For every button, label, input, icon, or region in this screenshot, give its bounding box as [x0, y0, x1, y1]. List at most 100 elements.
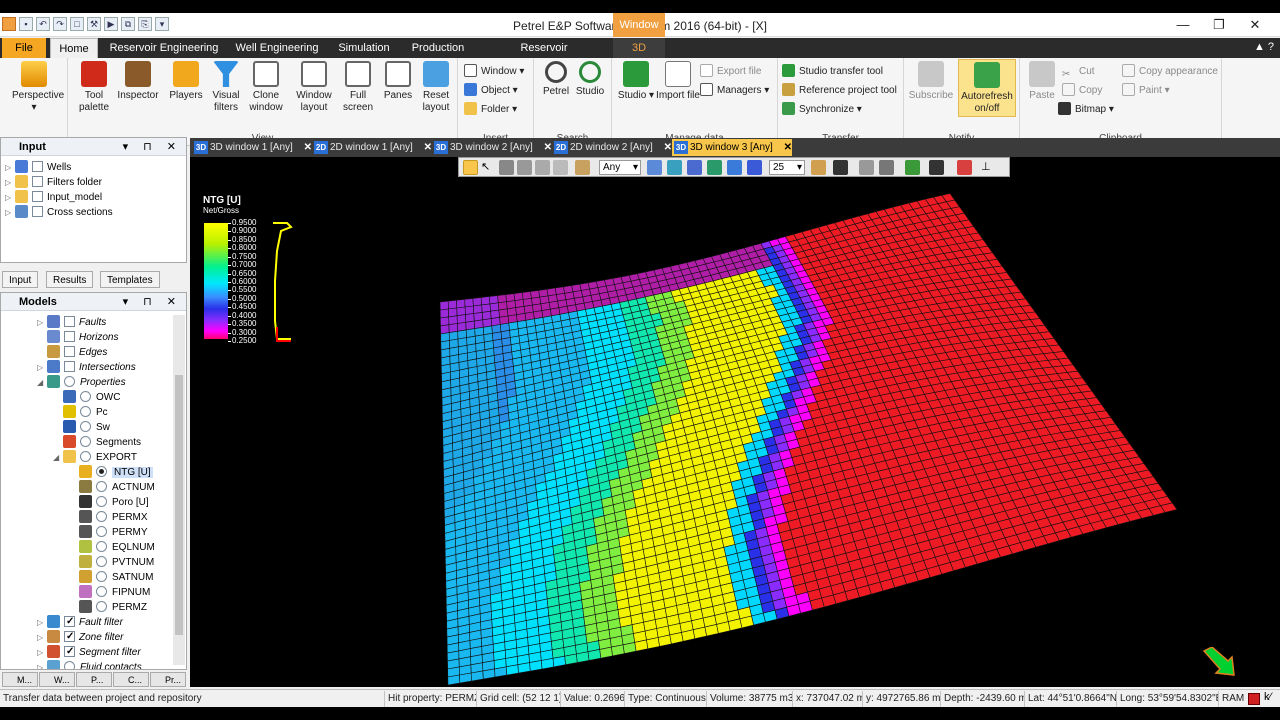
grid-cell[interactable]	[489, 302, 500, 312]
grid-cell[interactable]	[470, 670, 484, 682]
grid-cell[interactable]	[464, 305, 475, 315]
visibility-toggle[interactable]	[64, 644, 75, 659]
tab-well-engineering[interactable]: Well Engineering	[228, 38, 326, 58]
copy-appearance-button[interactable]: Copy appearance	[1122, 63, 1218, 81]
tree-item-permx[interactable]: PERMX	[69, 510, 148, 525]
visibility-toggle[interactable]	[96, 526, 107, 537]
tab-home[interactable]: Home	[50, 38, 98, 58]
visibility-toggle[interactable]	[96, 601, 107, 612]
tab-3d-window-3[interactable]: 3D 3D window 3 [Any] ✕	[672, 139, 792, 156]
visibility-toggle[interactable]	[96, 541, 107, 552]
tab-reservoir-geomechanics[interactable]: Reservoir Geomechanics	[484, 38, 604, 74]
tree-item-segments[interactable]: Segments	[53, 435, 141, 450]
grid-cell[interactable]	[576, 651, 590, 663]
import-file-button[interactable]: Import file	[656, 61, 700, 102]
maximize-button[interactable]: ❐	[1204, 16, 1234, 34]
minimize-button[interactable]: —	[1168, 16, 1198, 34]
reset-layout-button[interactable]: Reset layout	[414, 61, 458, 114]
visibility-toggle[interactable]	[96, 571, 107, 582]
insert-folder-button[interactable]: Folder ▾	[464, 101, 517, 119]
visibility-toggle[interactable]	[80, 391, 91, 402]
close-tab-icon[interactable]: ✕	[424, 139, 432, 156]
grid-cell[interactable]	[552, 655, 566, 668]
annotation-icon[interactable]	[905, 160, 920, 175]
clip-icon[interactable]	[859, 160, 874, 175]
visibility-toggle[interactable]	[64, 361, 75, 372]
studio-button[interactable]: Studio ▾	[614, 61, 658, 102]
bitmap-button[interactable]: Bitmap ▾	[1058, 101, 1114, 119]
tree-item-permy[interactable]: PERMY	[69, 525, 148, 540]
print-icon[interactable]	[535, 160, 550, 175]
tab-3d[interactable]: 3D	[613, 38, 665, 58]
tool-palette-button[interactable]: Tool palette	[72, 61, 116, 114]
grid-cell[interactable]	[480, 296, 491, 306]
grid-cell[interactable]	[497, 294, 507, 304]
copy-button[interactable]: Copy	[1062, 82, 1102, 100]
grid-cell[interactable]	[456, 298, 466, 309]
tab-2d-window-2[interactable]: 2D 2D window 2 [Any] ✕	[552, 139, 672, 156]
grid-cell[interactable]	[540, 657, 555, 670]
orient-icon[interactable]	[707, 160, 722, 175]
pick-tool-icon[interactable]	[499, 160, 514, 175]
grid-cell[interactable]	[459, 672, 472, 684]
checkbox[interactable]	[32, 176, 43, 187]
screenshot-icon[interactable]	[929, 160, 944, 175]
grid-cell[interactable]	[473, 304, 483, 314]
grid-cell[interactable]	[564, 653, 578, 666]
tree-item-properties[interactable]: ◢ Properties	[37, 375, 126, 390]
grid-cell[interactable]	[439, 316, 450, 327]
tree-item-filters-folder[interactable]: ▷ Filters folder	[5, 175, 102, 190]
tree-item-intersections[interactable]: ▷ Intersections	[37, 360, 136, 375]
grid-cell[interactable]	[599, 646, 613, 659]
tree-item-faults[interactable]: ▷ Faults	[37, 315, 106, 330]
autorefresh-toggle[interactable]: Autorefresh on/off	[958, 59, 1016, 117]
bottom-tab-1[interactable]: W...	[39, 672, 75, 687]
3d-viewport[interactable]: ↖ Any ▾ 25 ▾ ⊥ NTG [U] Net/Gross 0.9500 …	[190, 157, 1280, 687]
visibility-toggle[interactable]	[64, 331, 75, 342]
tab-3d-window-1[interactable]: 3D 3D window 1 [Any] ✕	[192, 139, 312, 156]
grid-cell[interactable]	[529, 660, 543, 672]
light-icon[interactable]	[811, 160, 826, 175]
insert-window-button[interactable]: Window ▾	[464, 63, 524, 81]
tree-item-owc[interactable]: OWC	[53, 390, 120, 405]
visibility-toggle[interactable]	[64, 376, 75, 387]
tab-2d-window-1[interactable]: 2D 2D window 1 [Any] ✕	[312, 139, 432, 156]
stop-icon[interactable]	[957, 160, 972, 175]
checkbox[interactable]	[32, 161, 43, 172]
grid-cell[interactable]	[472, 297, 483, 307]
grid-cell[interactable]	[448, 307, 458, 318]
cut-button[interactable]: ✂ Cut	[1062, 63, 1095, 81]
tree-item-horizons[interactable]: Horizons	[37, 330, 118, 345]
window-layout-button[interactable]: Window layout	[292, 61, 336, 114]
tree-item-edges[interactable]: Edges	[37, 345, 107, 360]
visibility-toggle[interactable]	[64, 629, 75, 644]
inspector-button[interactable]: Inspector	[116, 61, 160, 102]
visibility-toggle[interactable]	[96, 466, 107, 477]
measure-icon[interactable]	[553, 160, 568, 175]
tree-item-satnum[interactable]: SATNUM	[69, 570, 153, 585]
ntg-grid-surface[interactable]	[190, 157, 1280, 687]
studio-transfer-tool-button[interactable]: Studio transfer tool	[782, 63, 883, 81]
view-all-icon[interactable]	[667, 160, 682, 175]
eraser-icon[interactable]	[517, 160, 532, 175]
tree-item-ntg-u[interactable]: NTG [U]	[69, 465, 153, 480]
visibility-toggle[interactable]	[64, 346, 75, 357]
players-button[interactable]: Players	[164, 61, 208, 102]
tab-3d-window-2[interactable]: 3D 3D window 2 [Any] ✕	[432, 139, 552, 156]
visibility-toggle[interactable]	[96, 511, 107, 522]
bottom-tab-2[interactable]: P...	[76, 672, 112, 687]
close-tab-icon[interactable]: ✕	[784, 139, 792, 156]
grid-cell[interactable]	[611, 644, 625, 657]
managers-button[interactable]: Managers ▾	[700, 82, 769, 100]
grid-cell[interactable]	[447, 299, 458, 310]
paint-button[interactable]: Paint ▾	[1122, 82, 1170, 100]
tree-item-eqlnum[interactable]: EQLNUM	[69, 540, 155, 555]
panel-controls[interactable]: ▾ ⊓ ✕	[123, 138, 182, 156]
grid-cell[interactable]	[465, 313, 475, 323]
grid-cell[interactable]	[587, 649, 602, 661]
grid-cell[interactable]	[439, 300, 449, 311]
close-tab-icon[interactable]: ✕	[304, 139, 312, 156]
close-tab-icon[interactable]: ✕	[664, 139, 672, 156]
tab-reservoir-engineering[interactable]: Reservoir Engineering	[108, 38, 220, 58]
bottom-tab-3[interactable]: C...	[113, 672, 149, 687]
